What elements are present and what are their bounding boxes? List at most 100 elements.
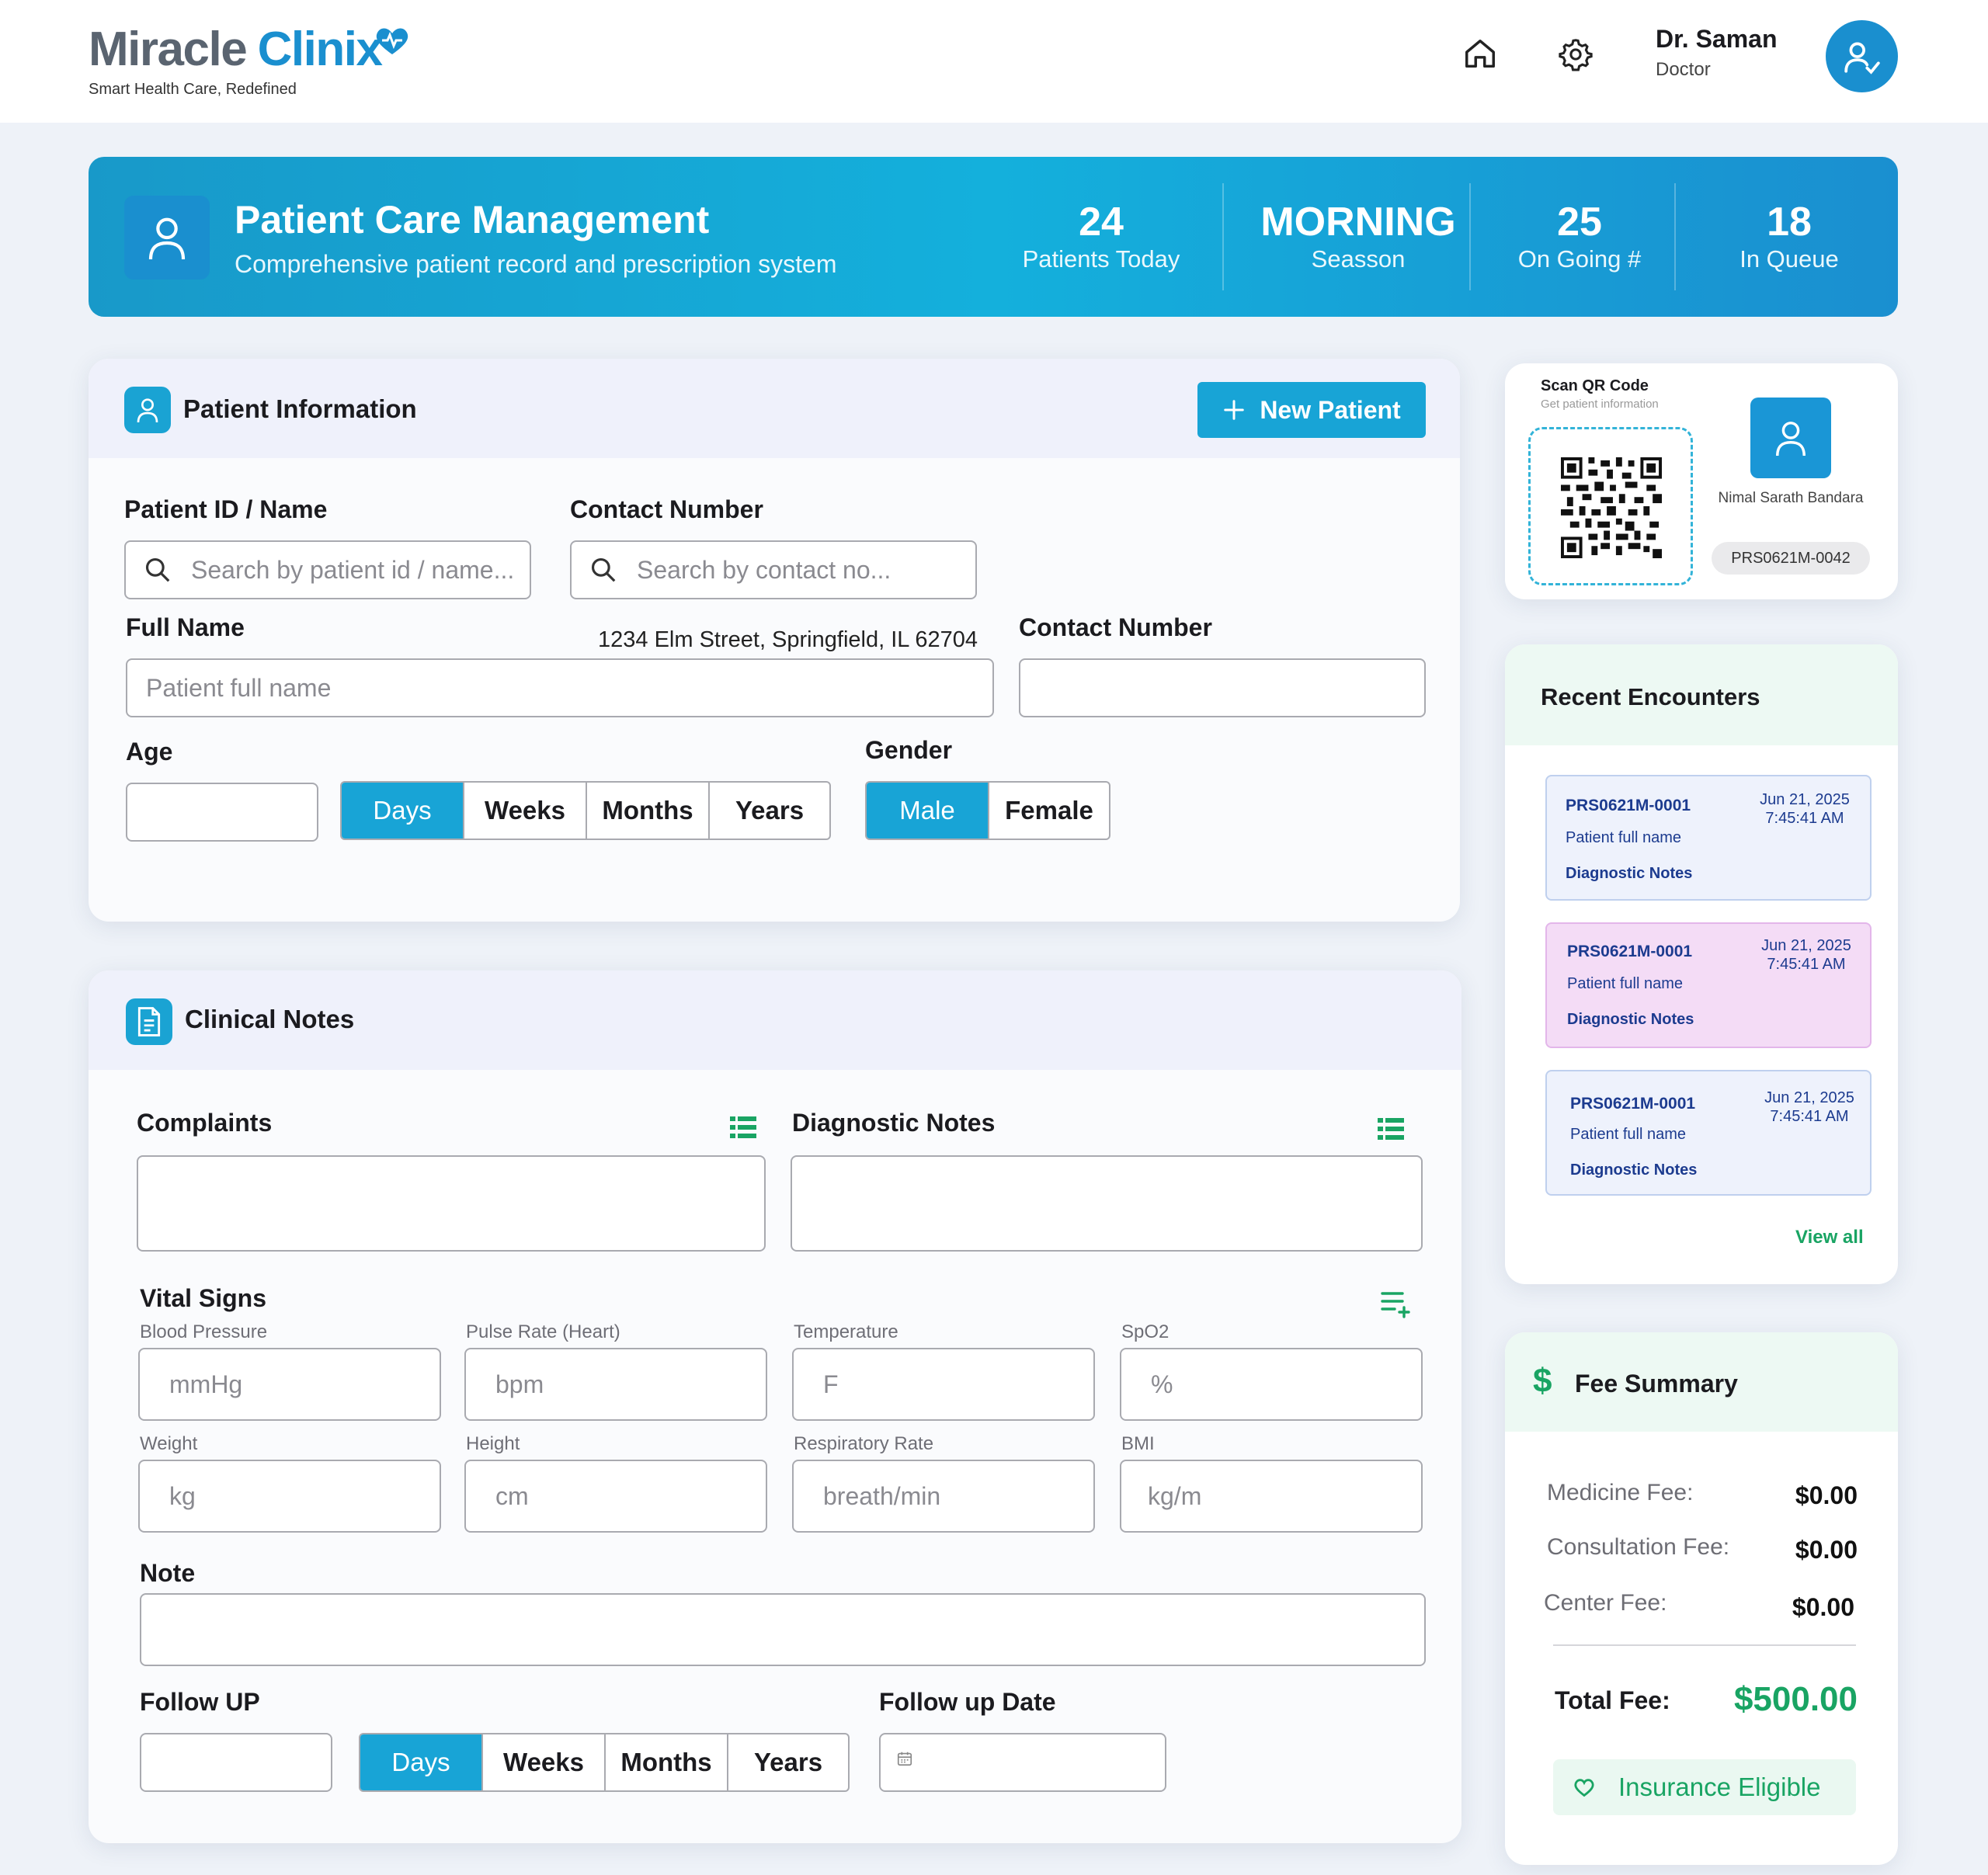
encounter-id: PRS0621M-0001 bbox=[1570, 1095, 1696, 1113]
follow-up-unit-years[interactable]: Years bbox=[728, 1734, 848, 1790]
contact-search-placeholder: Search by contact no... bbox=[637, 555, 891, 584]
stat-label: On Going # bbox=[1517, 245, 1642, 273]
encounter-notes: Diagnostic Notes bbox=[1566, 865, 1693, 882]
user-check-icon bbox=[1844, 41, 1880, 75]
card-title: Fee Summary bbox=[1575, 1370, 1738, 1398]
add-vital-button[interactable] bbox=[1381, 1290, 1415, 1322]
stat-value: 24 bbox=[1079, 200, 1124, 245]
vital-label-blood-pressure: Blood Pressure bbox=[140, 1321, 268, 1342]
age-input[interactable] bbox=[126, 783, 318, 842]
bmi-input[interactable]: kg/m bbox=[1120, 1460, 1423, 1533]
vital-label-spo2: SpO2 bbox=[1121, 1321, 1170, 1342]
age-unit-weeks[interactable]: Weeks bbox=[464, 783, 587, 839]
contact-number-label: Contact Number bbox=[570, 495, 763, 523]
user-role: Doctor bbox=[1656, 59, 1711, 80]
follow-up-unit-weeks[interactable]: Weeks bbox=[483, 1734, 606, 1790]
search-icon bbox=[591, 557, 616, 582]
complaints-template-button[interactable] bbox=[730, 1115, 756, 1144]
encounter-item[interactable]: PRS0621M-0001 Jun 21, 2025 7:45:41 AM Pa… bbox=[1545, 1070, 1872, 1196]
encounter-item[interactable]: PRS0621M-0001 Jun 21, 2025 7:45:41 AM Pa… bbox=[1545, 775, 1872, 901]
user-avatar-button[interactable] bbox=[1826, 20, 1898, 92]
total-fee-value: $500.00 bbox=[1733, 1680, 1858, 1718]
card-title: Recent Encounters bbox=[1541, 683, 1760, 710]
pulse-rate-input[interactable]: bpm bbox=[464, 1348, 767, 1421]
stat-value: 25 bbox=[1557, 200, 1602, 245]
medicine-fee-label: Medicine Fee: bbox=[1547, 1480, 1694, 1505]
diagnostic-template-button[interactable] bbox=[1378, 1116, 1404, 1145]
encounter-time: 7:45:41 AM bbox=[1767, 956, 1846, 973]
temperature-input[interactable]: F bbox=[792, 1348, 1095, 1421]
insurance-eligible-label: Insurance Eligible bbox=[1618, 1773, 1821, 1801]
user-icon bbox=[148, 217, 186, 260]
respiratory-rate-input[interactable]: breath/min bbox=[792, 1460, 1095, 1533]
note-textarea[interactable] bbox=[140, 1593, 1426, 1666]
full-name-placeholder: Patient full name bbox=[146, 673, 332, 702]
stat-label: Seasson bbox=[1311, 245, 1406, 273]
qr-patient-name: Nimal Sarath Bandara bbox=[1718, 490, 1864, 506]
note-label: Note bbox=[140, 1559, 196, 1587]
follow-up-input[interactable] bbox=[140, 1733, 332, 1792]
encounter-patient-name: Patient full name bbox=[1570, 1126, 1686, 1143]
stat-ongoing: 25 On Going # bbox=[1486, 199, 1673, 273]
encounter-time: 7:45:41 AM bbox=[1765, 810, 1844, 827]
respiratory-rate-placeholder: breath/min bbox=[823, 1481, 941, 1510]
new-patient-button[interactable]: New Patient bbox=[1197, 382, 1426, 438]
qr-scan-area[interactable] bbox=[1528, 427, 1693, 585]
follow-up-unit-days[interactable]: Days bbox=[360, 1734, 483, 1790]
encounter-item[interactable]: PRS0621M-0001 Jun 21, 2025 7:45:41 AM Pa… bbox=[1545, 922, 1872, 1048]
home-button[interactable] bbox=[1460, 34, 1500, 75]
qr-title: Scan QR Code bbox=[1541, 377, 1649, 394]
logo[interactable]: Miracle Clinix bbox=[89, 22, 408, 77]
user-icon bbox=[1776, 422, 1806, 457]
contact-search-input[interactable]: Search by contact no... bbox=[570, 540, 977, 599]
encounter-date: Jun 21, 2025 bbox=[1764, 1089, 1854, 1106]
stat-divider bbox=[1469, 183, 1471, 290]
search-icon bbox=[145, 557, 170, 582]
age-unit-years[interactable]: Years bbox=[710, 783, 829, 839]
qr-patient-id: PRS0621M-0042 bbox=[1712, 542, 1870, 575]
stat-in-queue: 18 In Queue bbox=[1696, 199, 1882, 273]
complaints-label: Complaints bbox=[137, 1109, 273, 1137]
heart-logo-icon bbox=[376, 28, 408, 54]
full-name-input[interactable]: Patient full name bbox=[126, 658, 994, 717]
weight-input[interactable]: kg bbox=[138, 1460, 441, 1533]
plus-icon bbox=[1224, 400, 1245, 420]
patient-address: 1234 Elm Street, Springfield, IL 62704 bbox=[598, 627, 978, 652]
follow-up-unit-months[interactable]: Months bbox=[606, 1734, 728, 1790]
view-all-link[interactable]: View all bbox=[1795, 1227, 1864, 1248]
blood-pressure-input[interactable]: mmHg bbox=[138, 1348, 441, 1421]
age-label: Age bbox=[126, 738, 173, 766]
complaints-textarea[interactable] bbox=[137, 1155, 766, 1252]
patient-search-input[interactable]: Search by patient id / name... bbox=[124, 540, 531, 599]
consultation-fee-value: $0.00 bbox=[1795, 1536, 1858, 1564]
age-unit-days[interactable]: Days bbox=[342, 783, 464, 839]
vital-label-temperature: Temperature bbox=[794, 1321, 898, 1342]
qr-code-icon bbox=[1561, 457, 1662, 558]
encounter-date: Jun 21, 2025 bbox=[1760, 791, 1850, 808]
stat-value: MORNING bbox=[1260, 200, 1456, 245]
vital-label-pulse: Pulse Rate (Heart) bbox=[466, 1321, 620, 1342]
follow-up-date-input[interactable] bbox=[879, 1733, 1166, 1792]
encounter-notes: Diagnostic Notes bbox=[1567, 1011, 1694, 1028]
card-title: Clinical Notes bbox=[185, 1005, 355, 1033]
center-fee-label: Center Fee: bbox=[1544, 1590, 1667, 1616]
age-unit-selector: Days Weeks Months Years bbox=[340, 781, 831, 840]
spo2-input[interactable]: % bbox=[1120, 1348, 1423, 1421]
age-unit-months[interactable]: Months bbox=[587, 783, 710, 839]
encounter-patient-name: Patient full name bbox=[1567, 975, 1683, 992]
gender-male[interactable]: Male bbox=[867, 783, 989, 839]
height-input[interactable]: cm bbox=[464, 1460, 767, 1533]
settings-button[interactable] bbox=[1555, 34, 1596, 75]
fee-divider bbox=[1553, 1644, 1856, 1646]
patient-avatar bbox=[1750, 398, 1831, 478]
stat-label: In Queue bbox=[1740, 245, 1839, 273]
diagnostic-notes-textarea[interactable] bbox=[791, 1155, 1423, 1252]
total-fee-label: Total Fee: bbox=[1555, 1686, 1670, 1714]
fee-summary-card: $ Fee Summary Medicine Fee: $0.00 Consul… bbox=[1505, 1332, 1898, 1865]
list-icon bbox=[730, 1116, 756, 1138]
gender-female[interactable]: Female bbox=[989, 783, 1109, 839]
banner-subtitle: Comprehensive patient record and prescri… bbox=[235, 250, 837, 278]
contact-number-input[interactable] bbox=[1019, 658, 1426, 717]
clinical-notes-icon-box bbox=[126, 998, 172, 1045]
logo-word-miracle: Miracle bbox=[89, 23, 248, 76]
